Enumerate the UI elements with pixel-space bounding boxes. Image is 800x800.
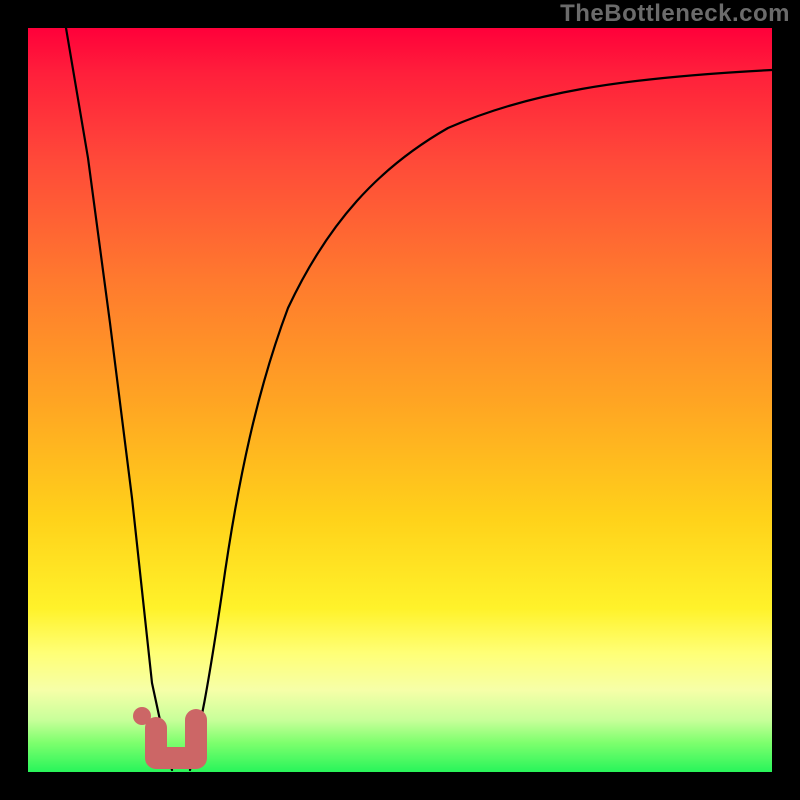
- curve-layer: [28, 28, 772, 772]
- optimal-highlight-stroke: [156, 720, 196, 758]
- chart-frame: TheBottleneck.com: [0, 0, 800, 800]
- watermark-text: TheBottleneck.com: [560, 0, 790, 28]
- curve-right-branch: [190, 70, 772, 770]
- plot-area: [28, 28, 772, 772]
- optimal-highlight-dot: [133, 707, 151, 725]
- curve-left-branch: [66, 28, 172, 770]
